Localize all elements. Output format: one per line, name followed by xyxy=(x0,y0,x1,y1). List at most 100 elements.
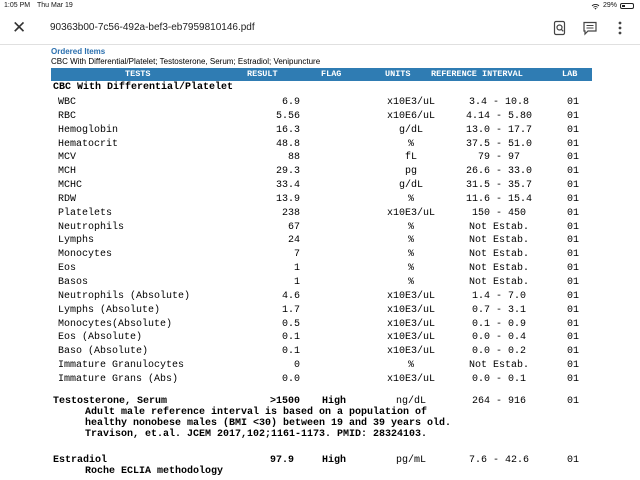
header-tests: TESTS xyxy=(125,69,151,79)
test-result: 0.5 xyxy=(281,318,300,330)
test-lab: 01 xyxy=(567,304,580,316)
test-name: Hemoglobin xyxy=(58,124,119,136)
table-row: RBC 5.56 x10E6/uL 4.14 - 5.80 01 xyxy=(0,110,640,124)
test-lab: 01 xyxy=(567,263,580,275)
ordered-items-list: CBC With Differential/Platelet; Testoste… xyxy=(51,57,321,66)
table-row: Neutrophils 67% Not Estab. 01 xyxy=(0,221,640,235)
test-result: 4.6 xyxy=(281,290,300,302)
search-document-icon[interactable] xyxy=(552,20,568,36)
test-units: g/dL xyxy=(398,180,423,192)
test-reference: Not Estab. xyxy=(468,235,529,247)
test-units: % xyxy=(407,249,414,261)
test-reference: 264 - 916 xyxy=(471,396,526,407)
test-result: 13.9 xyxy=(275,193,300,205)
table-row: Immature Granulocytes 0% Not Estab. 01 xyxy=(0,359,640,373)
test-units: x10E3/uL xyxy=(386,346,435,358)
test-units: x10E3/uL xyxy=(386,207,435,219)
wifi-icon xyxy=(591,3,600,10)
header-units: UNITS xyxy=(385,69,411,79)
table-row: RDW 13.9% 11.6 - 15.4 01 xyxy=(0,193,640,207)
test-lab: 01 xyxy=(567,221,580,233)
test-result: 0.0 xyxy=(281,373,300,385)
test-units: pg/mL xyxy=(395,455,426,466)
table-row: MCHC 33.4 g/dL 31.5 - 35.7 01 xyxy=(0,179,640,193)
test-lab: 01 xyxy=(567,207,580,219)
test-units: % xyxy=(407,138,414,150)
test-units: % xyxy=(407,235,414,247)
test-units: x10E3/uL xyxy=(386,304,435,316)
test-name: RBC xyxy=(58,110,77,122)
status-date: Thu Mar 19 xyxy=(37,2,73,9)
test-reference: 26.6 - 33.0 xyxy=(465,166,532,178)
test-reference: 150 - 450 xyxy=(471,207,526,219)
battery-level xyxy=(622,5,625,7)
test-units: % xyxy=(407,276,414,288)
test-result: 5.56 xyxy=(275,110,300,122)
test-name: MCHC xyxy=(58,180,83,192)
comment-icon[interactable] xyxy=(582,20,598,36)
test-units: % xyxy=(407,193,414,205)
battery-icon xyxy=(620,3,634,9)
more-options-icon[interactable] xyxy=(612,20,628,36)
header-flag: FLAG xyxy=(321,69,342,79)
table-header: TESTS RESULT FLAG UNITS REFERENCE INTERV… xyxy=(51,68,592,81)
test-name: Basos xyxy=(58,276,89,288)
test-name: WBC xyxy=(58,97,77,108)
test-name: Eos (Absolute) xyxy=(58,332,143,344)
table-row: MCH 29.3 pg 26.6 - 33.0 01 xyxy=(0,165,640,179)
results-table: WBC 6.9 x10E3/uL 3.4 - 10.8 01 RBC 5.56 x10E6/u… xyxy=(0,96,640,387)
test-flag: High xyxy=(322,396,347,407)
header-reference: REFERENCE INTERVAL xyxy=(431,69,523,79)
close-icon[interactable]: ✕ xyxy=(12,18,26,38)
test-units: % xyxy=(407,263,414,275)
table-row: Baso (Absolute) 0.1 x10E3/uL 0.0 - 0.2 01 xyxy=(0,345,640,359)
test-flag: High xyxy=(322,455,347,466)
test-result: 0.1 xyxy=(281,332,300,344)
test-result: 16.3 xyxy=(275,124,300,136)
test-result: 88 xyxy=(287,152,300,164)
test-name: MCV xyxy=(58,152,77,164)
test-reference: 3.4 - 10.8 xyxy=(468,97,529,108)
test-lab: 01 xyxy=(567,110,580,122)
test-result: 238 xyxy=(281,207,300,219)
test-units: ng/dL xyxy=(395,396,426,407)
table-row: Immature Grans (Abs) 0.0 x10E3/uL 0.0 - 0.1… xyxy=(0,373,640,387)
test-name: Estradiol xyxy=(53,455,108,466)
test-name: Testosterone, Serum xyxy=(53,396,168,407)
table-row: Lymphs 24% Not Estab. 01 xyxy=(0,234,640,248)
test-reference: 37.5 - 51.0 xyxy=(465,138,532,150)
test-result: 1.7 xyxy=(281,304,300,316)
header-lab: LAB xyxy=(562,69,578,79)
test-result: 1 xyxy=(293,263,300,275)
test-result: 0.1 xyxy=(281,346,300,358)
test-reference: 4.14 - 5.80 xyxy=(465,110,532,122)
table-row: Estradiol 97.9 High pg/mL 7.6 - 42.6 01 xyxy=(0,455,640,466)
test-reference: Not Estab. xyxy=(468,360,529,372)
test-note: Adult male reference interval is based o… xyxy=(85,407,428,418)
test-reference: 0.1 - 0.9 xyxy=(471,318,526,330)
table-row: Eos (Absolute) 0.1 x10E3/uL 0.0 - 0.4 01 xyxy=(0,331,640,345)
test-lab: 01 xyxy=(567,193,580,205)
test-lab: 01 xyxy=(567,346,580,358)
test-result: 6.9 xyxy=(281,97,300,108)
test-note: Roche ECLIA methodology xyxy=(85,466,224,477)
test-lab: 01 xyxy=(567,235,580,247)
test-result: 97.9 xyxy=(270,455,295,466)
test-result: 7 xyxy=(293,249,300,261)
test-lab: 01 xyxy=(567,360,580,372)
table-row: Basos 1% Not Estab. 01 xyxy=(0,276,640,290)
table-row: Hemoglobin 16.3 g/dL 13.0 - 17.7 01 xyxy=(0,124,640,138)
test-name: RDW xyxy=(58,193,77,205)
test-result: >1500 xyxy=(270,396,301,407)
test-reference: Not Estab. xyxy=(468,276,529,288)
test-reference: 0.0 - 0.2 xyxy=(471,346,526,358)
test-lab: 01 xyxy=(567,138,580,150)
test-name: Immature Grans (Abs) xyxy=(58,373,179,385)
test-name: Baso (Absolute) xyxy=(58,346,149,358)
test-reference: 31.5 - 35.7 xyxy=(465,180,532,192)
test-note: healthy nonobese males (BMI <30) between… xyxy=(85,418,452,429)
test-units: x10E6/uL xyxy=(386,110,435,122)
battery-percent: 29% xyxy=(602,2,617,9)
table-row: Monocytes(Absolute) 0.5 x10E3/uL 0.1 - 0.9 0… xyxy=(0,318,640,332)
test-name: Eos xyxy=(58,263,77,275)
